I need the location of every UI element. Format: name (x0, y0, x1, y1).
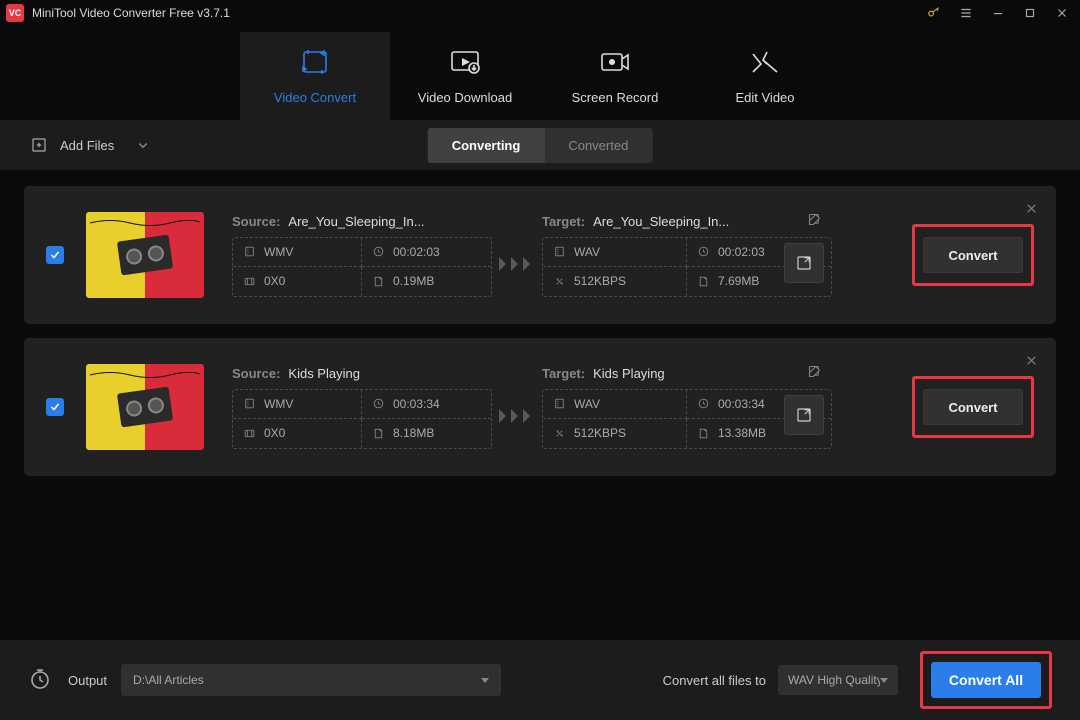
source-section: Source: Are_You_Sleeping_In... WMV 00:02:… (232, 214, 492, 297)
nav-label: Screen Record (572, 90, 659, 105)
arrow-icon (492, 254, 542, 274)
nav-label: Video Convert (274, 90, 356, 105)
arrow-icon (492, 406, 542, 426)
source-info: WMV 00:03:34 0X0 8.18MB (232, 389, 492, 449)
chevron-down-icon (481, 678, 489, 683)
output-path: D:\All Articles (133, 673, 204, 687)
thumbnail (86, 212, 204, 298)
src-size: 8.18MB (362, 419, 491, 448)
tab-edit-video[interactable]: Edit Video (690, 32, 840, 120)
tab-converting[interactable]: Converting (428, 128, 545, 163)
add-files-button[interactable]: Add Files (30, 136, 152, 154)
src-format: WMV (233, 390, 362, 419)
target-label: Target: (542, 214, 585, 229)
remove-item-icon[interactable] (1025, 354, 1038, 370)
src-duration: 00:02:03 (362, 238, 491, 267)
tgt-format: WAV (543, 238, 687, 267)
src-size: 0.19MB (362, 267, 491, 296)
target-settings-button[interactable] (784, 243, 824, 283)
tab-video-convert[interactable]: Video Convert (240, 32, 390, 120)
convert-highlight: Convert (912, 376, 1034, 438)
maximize-button[interactable] (1016, 1, 1044, 25)
download-icon (449, 44, 481, 80)
target-label: Target: (542, 366, 585, 381)
app-logo-icon: VC (6, 4, 24, 22)
tgt-bitrate: 512KBPS (543, 267, 687, 296)
edit-target-icon[interactable] (807, 212, 822, 230)
edit-icon (749, 44, 781, 80)
footer: Output D:\All Articles Convert all files… (0, 640, 1080, 720)
nav-label: Edit Video (735, 90, 794, 105)
convert-button[interactable]: Convert (923, 237, 1023, 273)
format-value: WAV High Quality (788, 673, 880, 687)
file-item: Source: Kids Playing WMV 00:03:34 0X0 8.1… (24, 338, 1056, 476)
output-path-select[interactable]: D:\All Articles (121, 664, 501, 696)
status-tabs: Converting Converted (428, 128, 653, 163)
record-icon (599, 44, 631, 80)
target-settings-button[interactable] (784, 395, 824, 435)
tab-converted[interactable]: Converted (544, 128, 652, 163)
toolbar: Add Files Converting Converted (0, 120, 1080, 170)
src-duration: 00:03:34 (362, 390, 491, 419)
convert-all-button[interactable]: Convert All (931, 662, 1041, 698)
source-name: Are_You_Sleeping_In... (288, 214, 424, 229)
add-file-icon (30, 136, 48, 154)
format-select[interactable]: WAV High Quality (778, 665, 898, 695)
checkbox[interactable] (46, 398, 64, 416)
convert-highlight: Convert (912, 224, 1034, 286)
clock-icon[interactable] (28, 667, 52, 694)
target-section: Target:Kids Playing WAV 00:03:34 512KBPS… (542, 366, 832, 449)
source-info: WMV 00:02:03 0X0 0.19MB (232, 237, 492, 297)
key-icon[interactable] (920, 1, 948, 25)
minimize-button[interactable] (984, 1, 1012, 25)
target-name: Kids Playing (593, 366, 665, 381)
thumbnail (86, 364, 204, 450)
source-name: Kids Playing (288, 366, 360, 381)
tgt-format: WAV (543, 390, 687, 419)
chevron-down-icon (134, 136, 152, 154)
src-resolution: 0X0 (233, 419, 362, 448)
file-list: Source: Are_You_Sleeping_In... WMV 00:02:… (0, 170, 1080, 476)
output-label: Output (68, 673, 107, 688)
tgt-bitrate: 512KBPS (543, 419, 687, 448)
add-files-label: Add Files (60, 138, 114, 153)
titlebar: VC MiniTool Video Converter Free v3.7.1 (0, 0, 1080, 26)
nav-label: Video Download (418, 90, 512, 105)
main-nav: Video Convert Video Download Screen Reco… (0, 26, 1080, 120)
chevron-down-icon (880, 678, 888, 683)
app-title: MiniTool Video Converter Free v3.7.1 (32, 6, 230, 20)
source-section: Source: Kids Playing WMV 00:03:34 0X0 8.1… (232, 366, 492, 449)
source-label: Source: (232, 366, 280, 381)
src-format: WMV (233, 238, 362, 267)
target-section: Target:Are_You_Sleeping_In... WAV 00:02:… (542, 214, 832, 297)
file-item: Source: Are_You_Sleeping_In... WMV 00:02:… (24, 186, 1056, 324)
tab-screen-record[interactable]: Screen Record (540, 32, 690, 120)
target-name: Are_You_Sleeping_In... (593, 214, 729, 229)
tab-video-download[interactable]: Video Download (390, 32, 540, 120)
convert-all-to-label: Convert all files to (663, 673, 766, 688)
checkbox[interactable] (46, 246, 64, 264)
src-resolution: 0X0 (233, 267, 362, 296)
convert-all-highlight: Convert All (920, 651, 1052, 709)
close-button[interactable] (1048, 1, 1076, 25)
remove-item-icon[interactable] (1025, 202, 1038, 218)
edit-target-icon[interactable] (807, 364, 822, 382)
convert-icon (299, 44, 331, 80)
menu-icon[interactable] (952, 1, 980, 25)
convert-button[interactable]: Convert (923, 389, 1023, 425)
source-label: Source: (232, 214, 280, 229)
